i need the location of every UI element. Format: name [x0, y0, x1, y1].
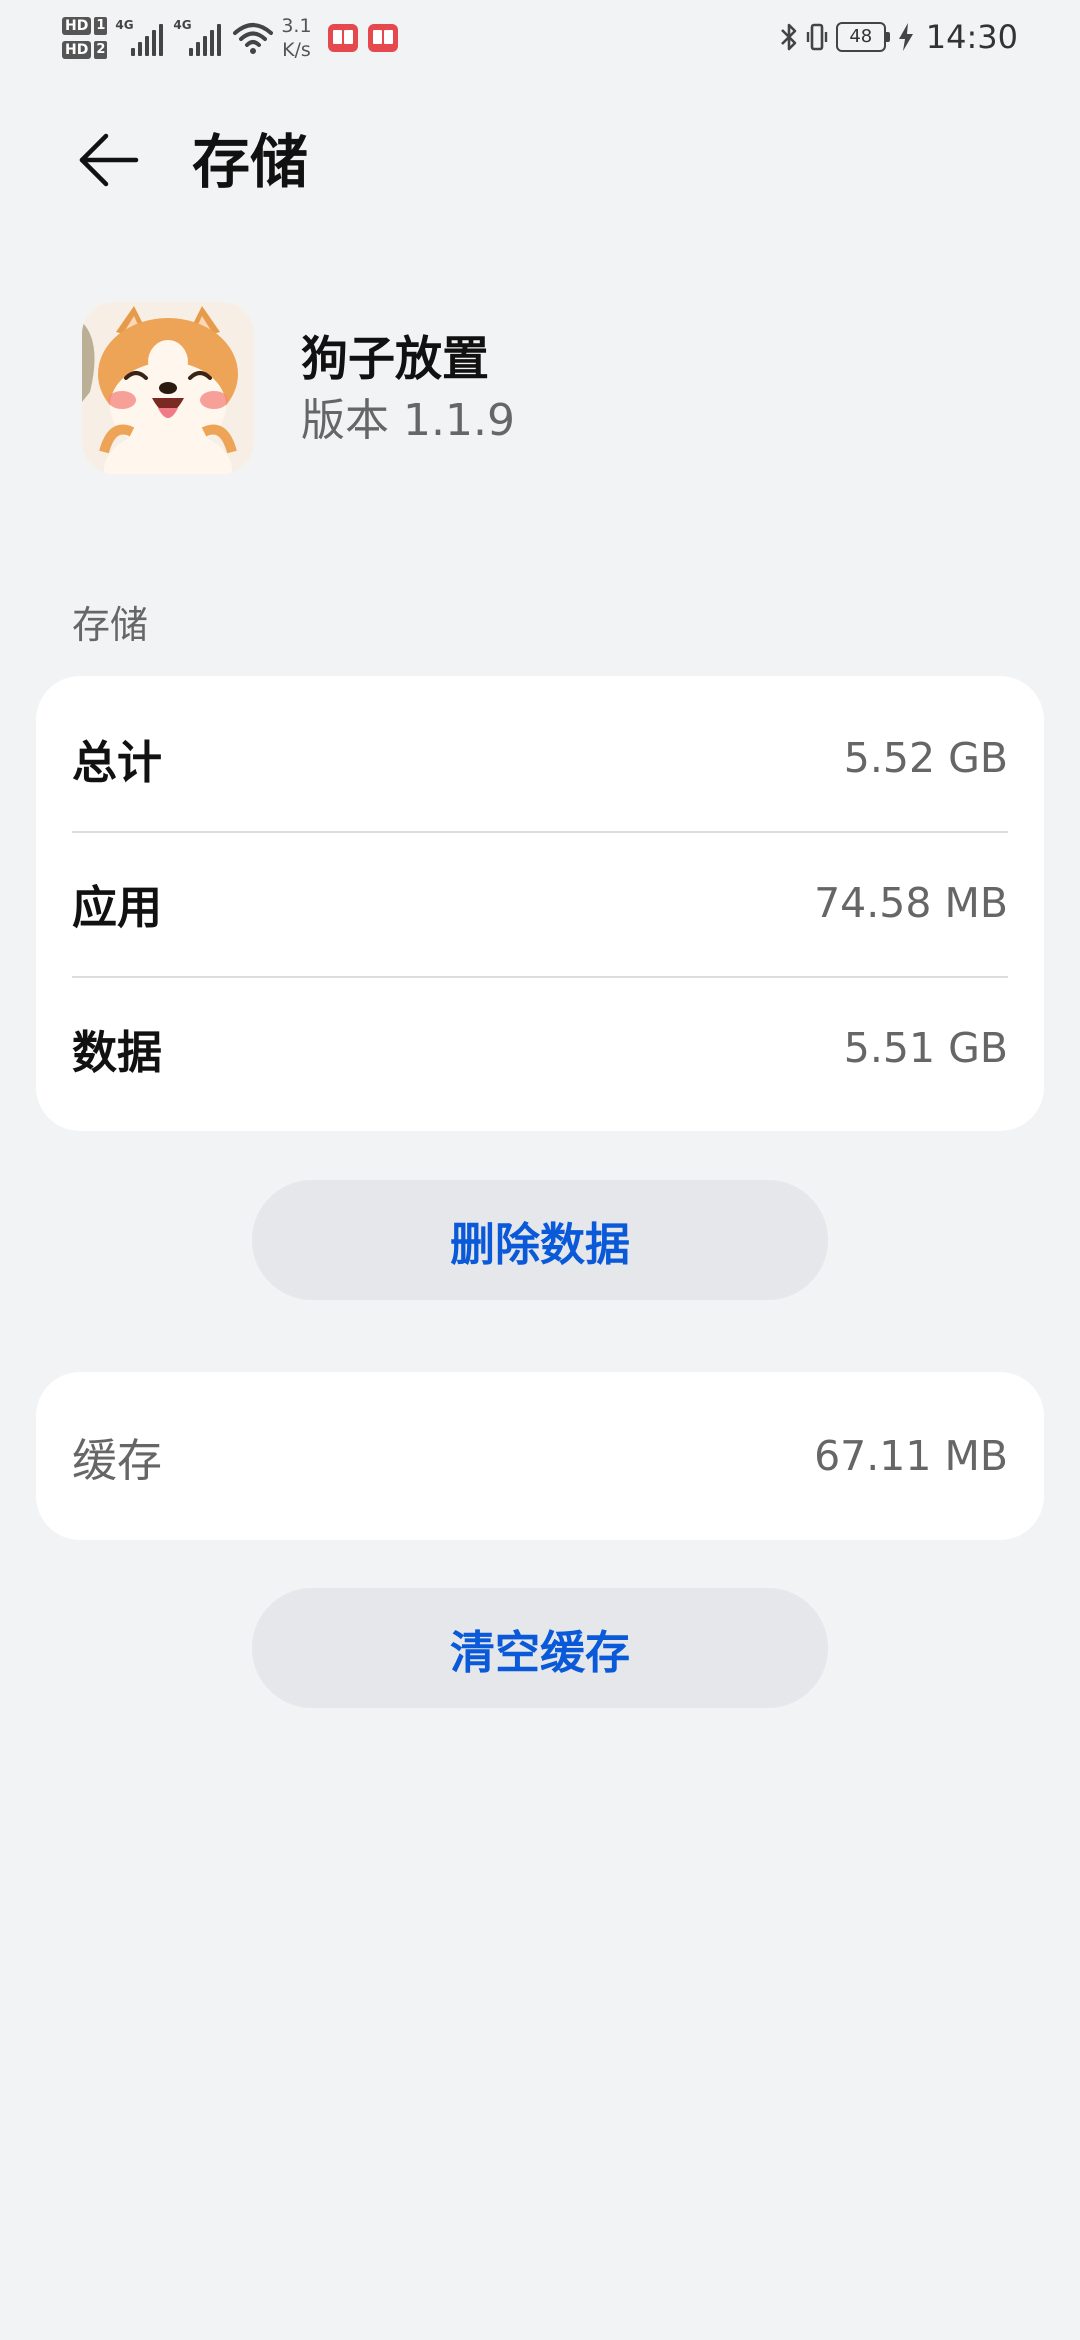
arrow-left-icon	[79, 133, 139, 187]
network-speed: 3.1 K/s	[281, 14, 311, 62]
storage-row-value: 5.51 GB	[843, 1024, 1008, 1072]
status-bar-left: HD 1 HD 2 4G 4G 3.1 K/s	[62, 8, 408, 68]
sim-slot-number: 2	[94, 41, 108, 59]
storage-row-total: 总计 5.52 GB	[72, 686, 1008, 830]
back-button[interactable]	[70, 122, 146, 198]
clear-cache-button[interactable]: 清空缓存	[252, 1588, 828, 1708]
app-version: 版本 1.1.9	[301, 395, 515, 446]
storage-row-value: 5.52 GB	[843, 734, 1008, 782]
cellular-signal-2-icon: 4G	[173, 18, 222, 56]
status-bar: HD 1 HD 2 4G 4G 3.1 K/s 48 14:30	[0, 0, 1080, 76]
battery-level: 48	[835, 22, 886, 52]
cache-card: 缓存 67.11 MB	[36, 1372, 1044, 1540]
storage-card: 总计 5.52 GB 应用 74.58 MB 数据 5.51 GB	[36, 676, 1044, 1131]
cache-label: 缓存	[72, 1433, 163, 1487]
battery-indicator: 48	[835, 22, 890, 52]
charging-bolt-icon	[898, 23, 913, 51]
storage-row-data: 数据 5.51 GB	[72, 976, 1008, 1120]
storage-row-value: 74.58 MB	[814, 879, 1008, 927]
clock: 14:30	[925, 18, 1018, 56]
delete-data-button[interactable]: 删除数据	[252, 1180, 828, 1300]
shiba-dog-icon	[82, 302, 254, 474]
bluetooth-icon	[780, 23, 797, 51]
volte-indicators: HD 1 HD 2	[62, 17, 108, 59]
cache-row: 缓存 67.11 MB	[72, 1384, 1008, 1528]
storage-row-label: 总计	[72, 735, 163, 789]
sim-slot-number: 1	[94, 17, 108, 35]
book-app-notification-icon	[327, 24, 358, 52]
storage-row-label: 数据	[72, 1025, 163, 1079]
hd-label: HD	[62, 17, 92, 35]
network-type-label: 4G	[173, 18, 192, 32]
app-name: 狗子放置	[301, 332, 489, 387]
status-bar-right: 48 14:30	[780, 14, 1018, 60]
network-type-label: 4G	[115, 18, 134, 32]
vibrate-icon	[806, 23, 827, 51]
hd-label: HD	[62, 41, 92, 59]
cellular-signal-1-icon: 4G	[115, 18, 164, 56]
storage-section-label: 存储	[72, 603, 149, 647]
cache-value: 67.11 MB	[814, 1432, 1008, 1480]
storage-row-label: 应用	[72, 880, 163, 934]
network-speed-unit: K/s	[282, 39, 311, 61]
hd-badge-sim1: HD 1	[62, 17, 108, 35]
hd-badge-sim2: HD 2	[62, 41, 108, 59]
network-speed-value: 3.1	[281, 15, 312, 37]
book-app-notification-icon	[367, 24, 398, 52]
page-title: 存储	[192, 128, 309, 196]
wifi-icon	[233, 23, 274, 54]
storage-row-app: 应用 74.58 MB	[72, 831, 1008, 975]
